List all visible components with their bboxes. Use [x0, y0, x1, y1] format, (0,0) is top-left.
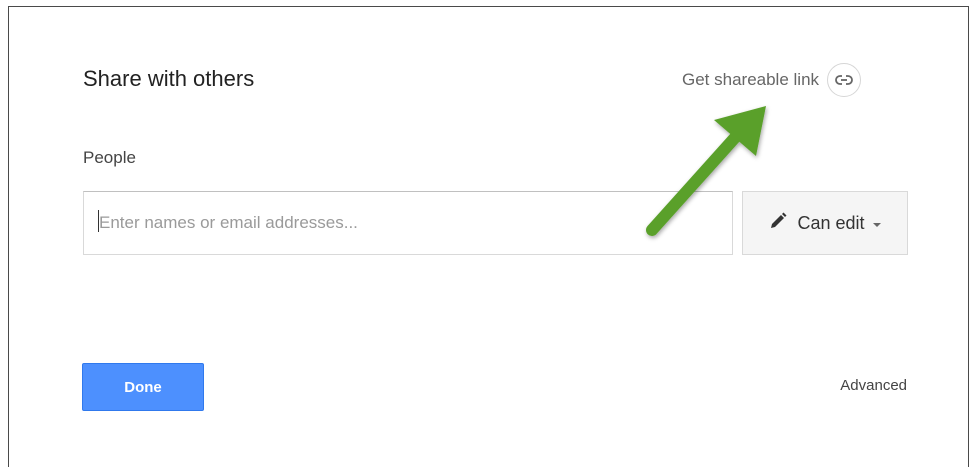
permission-label: Can edit [797, 212, 865, 233]
text-caret [98, 210, 99, 232]
permission-dropdown[interactable]: Can edit [742, 191, 908, 255]
get-shareable-link-label: Get shareable link [682, 70, 820, 89]
pencil-icon [769, 212, 787, 235]
people-input[interactable] [83, 191, 733, 255]
dialog-title: Share with others [83, 66, 255, 91]
advanced-link[interactable]: Advanced [840, 377, 907, 394]
caret-down-icon [872, 222, 881, 227]
people-label: People [83, 148, 136, 167]
link-icon[interactable] [827, 63, 862, 97]
done-button[interactable]: Done [82, 363, 204, 411]
get-shareable-link[interactable]: Get shareable link [682, 62, 862, 98]
